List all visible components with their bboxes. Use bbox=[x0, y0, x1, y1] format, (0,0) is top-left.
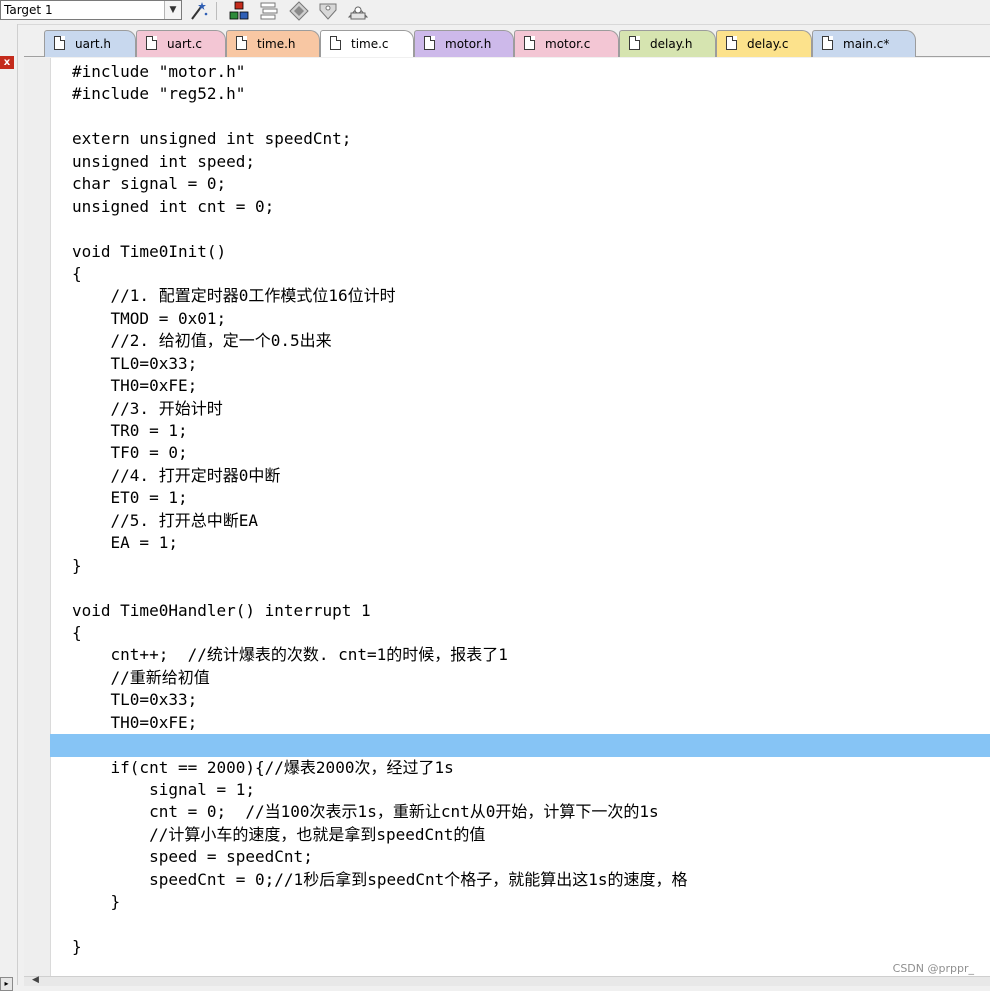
editor-gutter[interactable] bbox=[24, 58, 51, 976]
tab-label: motor.h bbox=[445, 37, 492, 51]
document-icon bbox=[629, 36, 640, 50]
code-line[interactable]: { bbox=[50, 622, 990, 644]
code-line[interactable]: void Time0Handler() interrupt 1 bbox=[50, 600, 990, 622]
code-line[interactable]: //计算小车的速度，也就是拿到speedCnt的值 bbox=[50, 824, 990, 846]
tab-delay-c[interactable]: delay.c bbox=[716, 30, 812, 57]
tab-label: delay.c bbox=[747, 37, 789, 51]
code-line[interactable] bbox=[50, 914, 990, 936]
code-line[interactable]: TR0 = 1; bbox=[50, 420, 990, 442]
document-icon bbox=[726, 36, 737, 50]
code-line[interactable]: //4. 打开定时器0中断 bbox=[50, 465, 990, 487]
target-select[interactable]: Target 1 ▼ bbox=[0, 0, 182, 20]
tab-uart-h[interactable]: uart.h bbox=[44, 30, 136, 57]
code-line[interactable]: //3. 开始计时 bbox=[50, 398, 990, 420]
scroll-left-icon[interactable]: ◀ bbox=[32, 975, 39, 985]
code-line[interactable]: extern unsigned int speedCnt; bbox=[50, 128, 990, 150]
code-line[interactable] bbox=[50, 577, 990, 599]
code-line[interactable]: EA = 1; bbox=[50, 532, 990, 554]
document-icon bbox=[54, 36, 65, 50]
code-line[interactable]: speedCnt = 0;//1秒后拿到speedCnt个格子，就能算出这1s的… bbox=[50, 869, 990, 891]
document-icon bbox=[524, 36, 535, 50]
tab-uart-c[interactable]: uart.c bbox=[136, 30, 226, 57]
project-panel-strip: x ▸ bbox=[0, 24, 18, 991]
code-line[interactable]: cnt = 0; //当100次表示1s，重新让cnt从0开始，计算下一次的1s bbox=[50, 801, 990, 823]
tab-label: time.c bbox=[351, 37, 389, 51]
code-line[interactable]: } bbox=[50, 936, 990, 958]
layers-icon[interactable] bbox=[258, 0, 280, 22]
code-line[interactable]: if(cnt == 2000){//爆表2000次，经过了1s bbox=[50, 757, 990, 779]
tab-time-h[interactable]: time.h bbox=[226, 30, 320, 57]
tab-time-c[interactable]: time.c bbox=[320, 30, 414, 57]
toolbar-separator bbox=[216, 2, 217, 20]
code-line[interactable]: //重新给初值 bbox=[50, 667, 990, 689]
code-line[interactable]: TMOD = 0x01; bbox=[50, 308, 990, 330]
code-line[interactable]: ET0 = 1; bbox=[50, 487, 990, 509]
code-line[interactable]: unsigned int speed; bbox=[50, 151, 990, 173]
code-line[interactable]: void Time0Init() bbox=[50, 241, 990, 263]
code-line[interactable]: unsigned int cnt = 0; bbox=[50, 196, 990, 218]
code-area[interactable]: #include "motor.h" #include "reg52.h" exte… bbox=[50, 61, 990, 959]
code-line[interactable]: speed = speedCnt; bbox=[50, 846, 990, 868]
code-line[interactable]: #include "reg52.h" bbox=[50, 83, 990, 105]
tab-label: delay.h bbox=[650, 37, 693, 51]
code-line[interactable]: } bbox=[50, 555, 990, 577]
code-line[interactable]: TF0 = 0; bbox=[50, 442, 990, 464]
books-icon[interactable] bbox=[347, 0, 369, 22]
code-line[interactable]: TL0=0x33; bbox=[50, 689, 990, 711]
code-line[interactable]: { bbox=[50, 263, 990, 285]
code-line[interactable]: TH0=0xFE; bbox=[50, 375, 990, 397]
code-line[interactable]: //1. 配置定时器0工作模式位16位计时 bbox=[50, 285, 990, 307]
tab-delay-h[interactable]: delay.h bbox=[619, 30, 716, 57]
close-icon[interactable]: x bbox=[0, 56, 14, 69]
tab-motor-h[interactable]: motor.h bbox=[414, 30, 514, 57]
code-line[interactable] bbox=[50, 106, 990, 128]
code-line[interactable]: #include "motor.h" bbox=[50, 61, 990, 83]
document-icon bbox=[822, 36, 833, 50]
code-line[interactable]: TL0=0x33; bbox=[50, 353, 990, 375]
tab-label: uart.c bbox=[167, 37, 203, 51]
component-icon[interactable] bbox=[228, 0, 250, 22]
tab-label: main.c* bbox=[843, 37, 890, 51]
tab-label: uart.h bbox=[75, 37, 112, 51]
document-icon bbox=[146, 36, 157, 50]
current-line[interactable] bbox=[50, 734, 990, 757]
scroll-right-icon[interactable]: ▸ bbox=[0, 977, 13, 991]
diamond-icon[interactable] bbox=[288, 0, 310, 22]
document-icon bbox=[236, 36, 247, 50]
chevron-down-icon[interactable]: ▼ bbox=[164, 1, 181, 19]
tab-motor-c[interactable]: motor.c bbox=[514, 30, 619, 57]
tab-main-c[interactable]: main.c* bbox=[812, 30, 916, 57]
code-line[interactable]: } bbox=[50, 891, 990, 913]
toolbar: Target 1 ▼ bbox=[0, 0, 990, 25]
target-select-label: Target 1 bbox=[4, 3, 53, 17]
code-line[interactable]: TH0=0xFE; bbox=[50, 712, 990, 734]
code-line[interactable] bbox=[50, 218, 990, 240]
tab-label: motor.c bbox=[545, 37, 591, 51]
watermark: CSDN @prppr_ bbox=[890, 962, 976, 975]
code-line[interactable]: char signal = 0; bbox=[50, 173, 990, 195]
document-icon bbox=[330, 36, 341, 50]
code-editor[interactable]: #include "motor.h" #include "reg52.h" exte… bbox=[24, 58, 990, 976]
tab-label: time.h bbox=[257, 37, 296, 51]
code-line[interactable]: signal = 1; bbox=[50, 779, 990, 801]
tag-icon[interactable] bbox=[317, 0, 339, 22]
code-line[interactable]: cnt++; //统计爆表的次数. cnt=1的时候，报表了1 bbox=[50, 644, 990, 666]
editor-tabs: uart.h uart.c time.h time.c motor.h moto… bbox=[18, 26, 990, 58]
wand-icon[interactable] bbox=[187, 0, 209, 22]
code-line[interactable]: //2. 给初值，定一个0.5出来 bbox=[50, 330, 990, 352]
code-line[interactable]: //5. 打开总中断EA bbox=[50, 510, 990, 532]
document-icon bbox=[424, 36, 435, 50]
